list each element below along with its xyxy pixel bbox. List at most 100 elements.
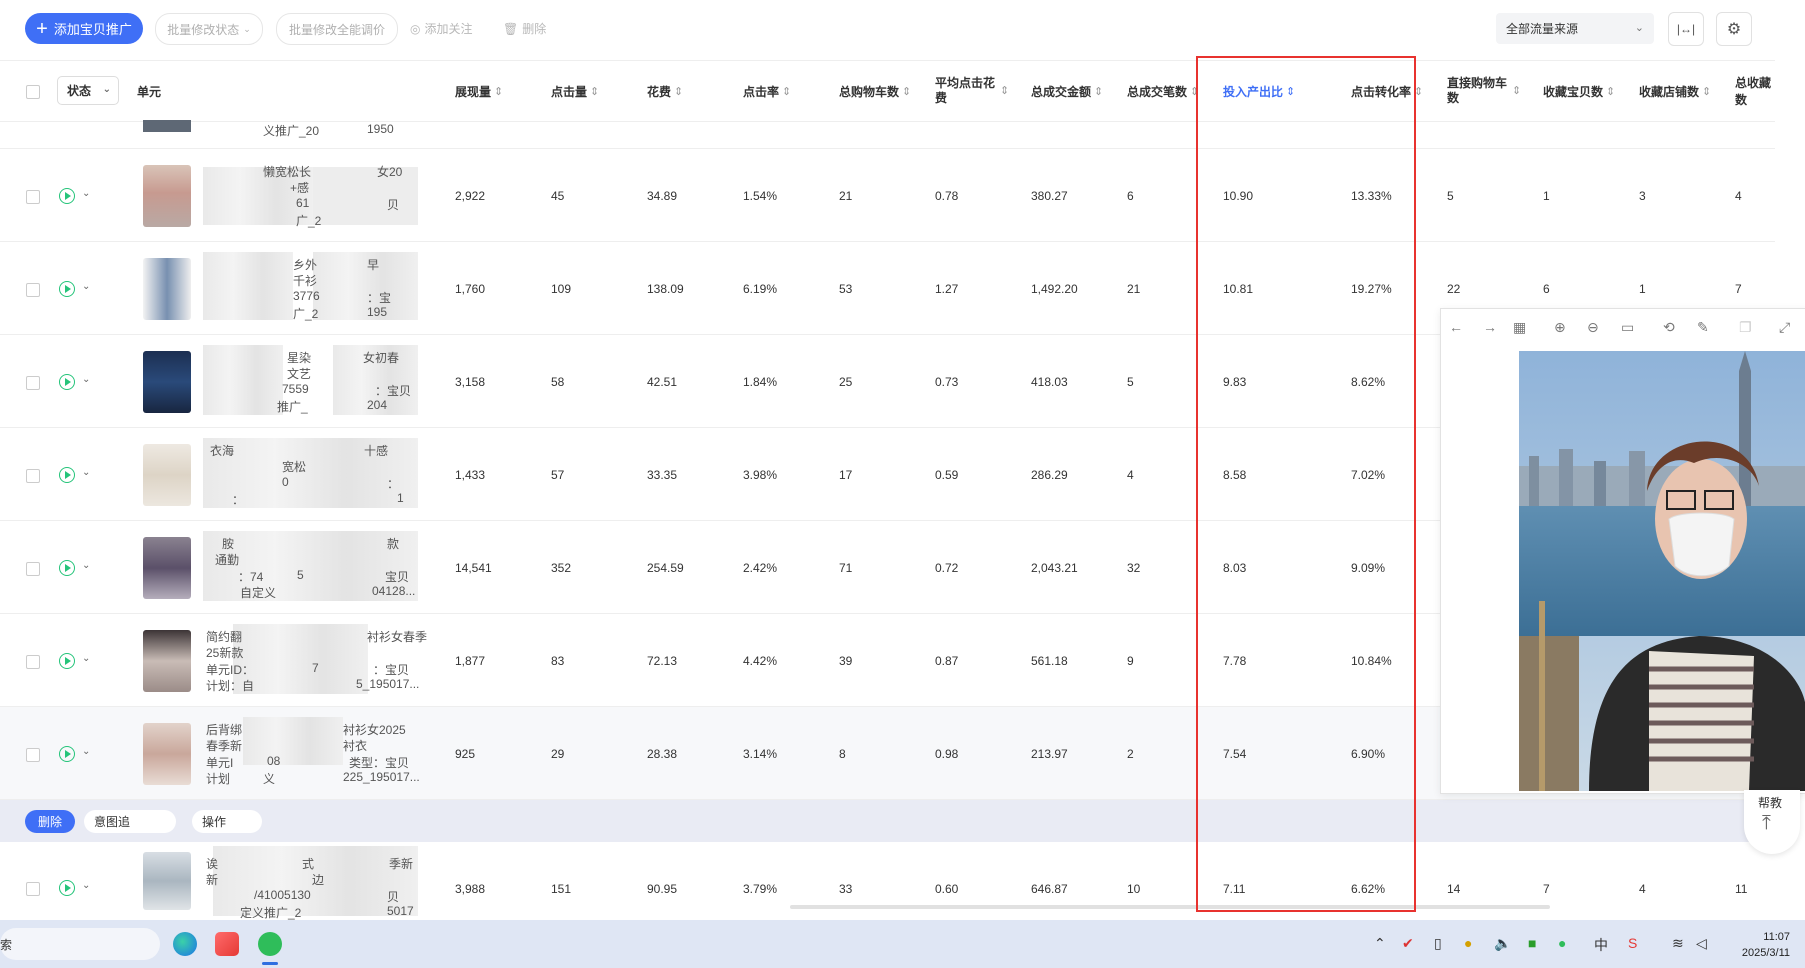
row-checkbox[interactable] <box>26 376 40 390</box>
col-label: 收藏宝贝数 <box>1543 84 1604 99</box>
taskbar-clock[interactable]: 11:07 2025/3/11 <box>1720 929 1790 961</box>
clock-date: 2025/3/11 <box>1741 947 1790 959</box>
unit-text: 星染 <box>287 351 312 365</box>
row-checkbox[interactable] <box>26 882 40 896</box>
row-delete-button[interactable]: 删除 <box>25 810 75 833</box>
settings-button[interactable]: ⚙ <box>1716 12 1752 46</box>
col-roi[interactable]: 投入产出比 ⇕ <box>1223 61 1295 121</box>
play-icon[interactable] <box>59 374 75 390</box>
product-thumbnail[interactable] <box>143 165 191 227</box>
unit-text: 204 <box>367 398 388 412</box>
col-fav-total[interactable]: 总收藏数 <box>1735 61 1775 121</box>
chevron-down-icon[interactable]: ⌄ <box>82 653 90 664</box>
wechat-icon[interactable] <box>258 932 282 956</box>
column-width-button[interactable]: |↔| <box>1668 12 1704 46</box>
product-thumbnail[interactable] <box>143 723 191 785</box>
col-ctr[interactable]: 点击率 ⇕ <box>743 61 791 121</box>
play-icon[interactable] <box>59 880 75 896</box>
col-cvr[interactable]: 点击转化率 ⇕ <box>1351 61 1423 121</box>
tray-wechat-icon[interactable]: ● <box>1558 935 1566 951</box>
grid-icon[interactable]: ▦ <box>1513 319 1526 336</box>
add-follow-button[interactable]: ◎ 添加关注 <box>410 20 473 37</box>
tray-app-icon[interactable]: ✔ <box>1402 935 1414 952</box>
col-gmv[interactable]: 总成交金额 ⇕ <box>1031 61 1103 121</box>
edge-icon[interactable] <box>173 932 197 956</box>
traffic-source-select[interactable]: 全部流量来源 ⌄ <box>1496 13 1654 44</box>
tray-usb-icon[interactable]: ▯ <box>1434 935 1442 952</box>
chevron-down-icon[interactable]: ⌄ <box>82 560 90 571</box>
chevron-down-icon[interactable]: ⌄ <box>82 467 90 478</box>
product-thumbnail[interactable] <box>143 351 191 413</box>
row-checkbox[interactable] <box>26 562 40 576</box>
chevron-down-icon[interactable]: ⌄ <box>82 746 90 757</box>
product-thumbnail[interactable] <box>143 444 191 506</box>
tray-wifi-icon[interactable]: ≋ <box>1672 935 1684 952</box>
table-row[interactable]: ⌄ 诶 式 季新 新 边 /41005130 贝 定义推广_2 5017 3,9… <box>0 842 1775 921</box>
product-thumbnail[interactable] <box>143 852 191 910</box>
tray-ime-icon[interactable]: 中 <box>1594 935 1608 955</box>
play-icon[interactable] <box>59 281 75 297</box>
chevron-down-icon[interactable]: ⌄ <box>82 880 90 891</box>
zoom-in-icon[interactable]: ⊕ <box>1554 319 1566 336</box>
edit-icon[interactable]: ✎ <box>1697 319 1709 336</box>
col-unit-label: 单元 <box>137 84 162 99</box>
chevron-down-icon[interactable]: ⌄ <box>82 281 90 292</box>
tray-app2-icon[interactable]: ● <box>1464 935 1472 951</box>
copy-icon[interactable]: ❐ <box>1739 319 1752 336</box>
cell-clicks: 57 <box>551 468 565 482</box>
app-red-icon[interactable] <box>215 932 239 956</box>
horizontal-scrollbar[interactable] <box>790 905 1550 909</box>
zoom-out-icon[interactable]: ⊖ <box>1587 319 1599 336</box>
play-icon[interactable] <box>59 560 75 576</box>
row-checkbox[interactable] <box>26 748 40 762</box>
select-all-checkbox[interactable] <box>26 85 40 99</box>
help-label[interactable]: 帮教 <box>1758 794 1782 811</box>
arrow-left-icon[interactable]: ← <box>1449 319 1463 335</box>
play-icon[interactable] <box>59 746 75 762</box>
taskbar-search[interactable]: 索 <box>0 928 160 960</box>
row-checkbox[interactable] <box>26 190 40 204</box>
play-icon[interactable] <box>59 188 75 204</box>
rotate-icon[interactable]: ⟲ <box>1663 319 1675 336</box>
col-cost[interactable]: 花费 ⇕ <box>647 61 683 121</box>
tray-nvidia-icon[interactable]: ■ <box>1528 935 1536 951</box>
cell-cvr: 8.62% <box>1351 375 1386 389</box>
col-fav-shop[interactable]: 收藏店铺数 ⇕ <box>1639 61 1711 121</box>
col-clicks[interactable]: 点击量 ⇕ <box>551 61 599 121</box>
fullscreen-icon[interactable]: ⤢ <box>1779 319 1790 336</box>
play-icon[interactable] <box>59 653 75 669</box>
col-impressions[interactable]: 展现量 ⇕ <box>455 61 503 121</box>
delete-button[interactable]: 🗑 删除 <box>503 20 546 37</box>
row-checkbox[interactable] <box>26 283 40 297</box>
add-promotion-button[interactable]: + 添加宝贝推广 <box>25 13 143 44</box>
back-to-top-icon[interactable]: ⤒ <box>1762 812 1771 835</box>
col-cart[interactable]: 总购物车数 ⇕ <box>839 61 911 121</box>
intent-button[interactable]: 意图追 <box>84 810 176 833</box>
col-orders[interactable]: 总成交笔数 ⇕ <box>1127 61 1199 121</box>
tray-chevron-icon[interactable]: ⌃ <box>1374 935 1386 952</box>
batch-price-button[interactable]: 批量修改全能调价 <box>276 13 398 45</box>
unit-text: 衬衫女2025 <box>343 723 406 737</box>
tray-sogou-icon[interactable]: S <box>1628 935 1637 951</box>
operate-button[interactable]: 操作 <box>192 810 262 833</box>
fit-icon[interactable]: ▭ <box>1621 319 1634 336</box>
status-filter-select[interactable]: 状态 ⌄ <box>57 76 119 105</box>
col-fav-item[interactable]: 收藏宝贝数 ⇕ <box>1543 61 1615 121</box>
chevron-down-icon[interactable]: ⌄ <box>82 374 90 385</box>
product-thumbnail[interactable] <box>143 630 191 692</box>
chevron-down-icon[interactable]: ⌄ <box>82 188 90 199</box>
play-icon[interactable] <box>59 467 75 483</box>
col-avg-cpc[interactable]: 平均点击花费 ⇕ <box>935 61 1015 121</box>
table-row[interactable]: ⌄ 懒宽松长 女20 +感 61 贝 广_2 2,922 45 34.89 1.… <box>0 149 1775 242</box>
row-checkbox[interactable] <box>26 469 40 483</box>
product-thumbnail[interactable] <box>143 258 191 320</box>
batch-status-button[interactable]: 批量修改状态 ⌄ <box>155 13 263 45</box>
arrow-right-icon[interactable]: → <box>1483 319 1497 335</box>
tray-volume-icon[interactable]: 🔈 <box>1494 935 1511 952</box>
product-thumbnail[interactable] <box>143 537 191 599</box>
sort-icon: ⇕ <box>902 85 912 98</box>
row-checkbox[interactable] <box>26 655 40 669</box>
tray-speaker-icon[interactable]: ◁ <box>1696 935 1707 952</box>
col-direct-cart[interactable]: 直接购物车数 ⇕ <box>1447 61 1527 121</box>
unit-text: 宝贝 <box>385 570 410 584</box>
